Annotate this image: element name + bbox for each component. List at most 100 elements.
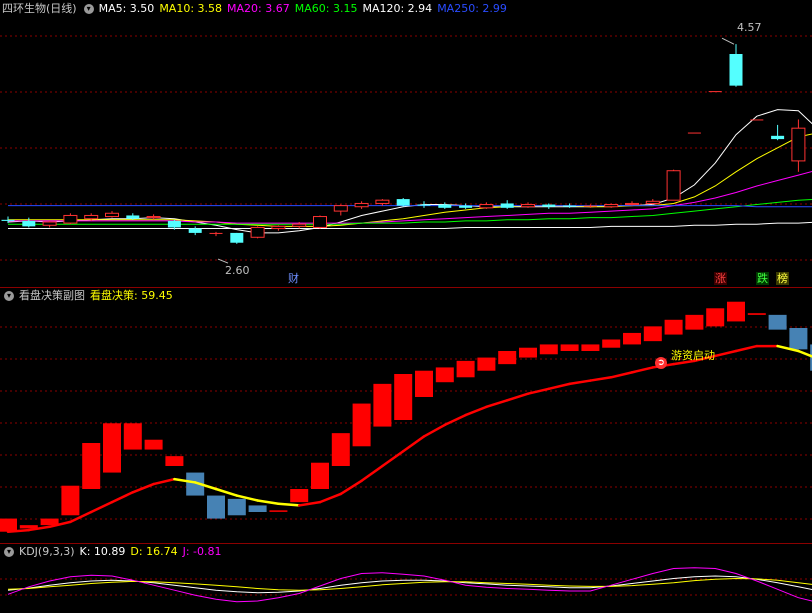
decision-bar <box>227 498 246 516</box>
finance-tag[interactable]: 财 <box>287 272 300 285</box>
candle-body <box>479 204 494 209</box>
low-price-label: 2.60 <box>225 264 250 277</box>
decision-bar <box>103 423 121 473</box>
decision-trend-segment <box>609 371 634 379</box>
decision-bar <box>290 489 309 503</box>
candle-body <box>188 228 202 233</box>
limit-down-tag[interactable]: 跌 <box>756 272 769 285</box>
candle-body <box>500 203 514 208</box>
candle-body <box>271 225 286 230</box>
candle-body <box>625 202 639 206</box>
candle-body <box>563 205 577 207</box>
kdj-line-j <box>7 567 812 603</box>
decision-bar <box>415 370 433 397</box>
start-signal-label: 游资启动 <box>671 349 715 362</box>
candle-body <box>146 216 161 219</box>
decision-bar <box>685 314 704 330</box>
decision-bar <box>435 367 454 383</box>
decision-bar <box>519 347 537 358</box>
candle-body <box>417 204 431 206</box>
decision-bar <box>706 308 725 327</box>
candle-body <box>313 216 327 228</box>
candle-body <box>105 212 119 218</box>
candle-body <box>729 54 743 86</box>
ranking-tag[interactable]: 榜 <box>776 272 789 285</box>
candle-body <box>126 215 140 219</box>
decision-trend-segment <box>630 366 655 374</box>
decision-bar <box>61 485 80 516</box>
candle-body <box>354 202 369 208</box>
decision-bar <box>727 301 745 322</box>
candle-body <box>521 204 535 208</box>
decision-bar <box>498 351 517 365</box>
decision-bar <box>456 360 475 378</box>
kdj-k-label: K: 10.89 <box>79 545 126 558</box>
decision-trend-segment <box>339 479 363 496</box>
kdj-d-label: D: 16.74 <box>130 545 178 558</box>
kdj-title: KDJ(9,3,3) <box>19 545 75 558</box>
candle-body <box>375 199 390 204</box>
decision-bar <box>602 339 621 348</box>
candle-body <box>84 214 99 220</box>
decision-chart-panel[interactable]: ▾ 看盘决策副图 看盘决策: 59.45 ➲ 游资启动 <box>0 287 812 543</box>
chevron-down-icon[interactable]: ▾ <box>4 291 14 301</box>
high-price-pointer <box>721 37 735 45</box>
ma20-label: MA20: 3.67 <box>227 2 290 15</box>
candle-body <box>1 219 15 221</box>
decision-bar <box>0 518 17 532</box>
decision-trend-segment <box>6 528 31 533</box>
decision-bar <box>560 344 579 351</box>
decision-trend-segment <box>360 464 384 483</box>
candlestick-chart <box>0 35 812 264</box>
ma250-label: MA250: 2.99 <box>437 2 507 15</box>
candle-body <box>333 205 348 212</box>
decision-trend-segment <box>568 379 592 386</box>
decision-title: 看盘决策副图 <box>19 289 85 302</box>
decision-trend-segment <box>589 376 613 382</box>
candle-body <box>42 221 57 226</box>
candle-body <box>583 205 597 207</box>
chevron-down-icon[interactable]: ▾ <box>83 4 94 14</box>
candle-body <box>230 232 244 243</box>
decision-bar <box>331 433 350 466</box>
candle-body <box>250 226 265 238</box>
kdj-j-label: J: -0.81 <box>182 545 222 558</box>
candle-body <box>292 223 307 227</box>
decision-trend-segment <box>401 435 426 453</box>
ma10-label: MA10: 3.58 <box>159 2 223 15</box>
high-price-label: 4.57 <box>737 21 762 34</box>
decision-bar <box>664 319 683 335</box>
decision-trend-segment <box>464 405 488 417</box>
ma5-label: MA5: 3.50 <box>98 2 155 15</box>
candle-body <box>438 204 452 208</box>
candle-body <box>687 132 701 134</box>
decision-bar <box>581 344 600 351</box>
main-chart-header: 四环生物(日线) ▾ MA5: 3.50 MA10: 3.58 MA20: 3.67 MA… <box>2 2 512 16</box>
decision-bar <box>165 456 184 466</box>
decision-bar <box>623 332 641 345</box>
candle-body <box>666 170 681 201</box>
candle-body <box>396 199 410 206</box>
decision-trend-segment <box>713 349 738 358</box>
limit-up-tag[interactable]: 涨 <box>714 272 727 285</box>
decision-bar <box>747 313 766 315</box>
main-chart-panel[interactable]: 四环生物(日线) ▾ MA5: 3.50 MA10: 3.58 MA20: 3.67 MA… <box>0 0 812 287</box>
decision-trend-segment <box>547 382 571 391</box>
candle-body <box>750 119 764 121</box>
decision-trend-segment <box>277 502 301 507</box>
decision-bar <box>768 314 787 330</box>
chevron-down-icon[interactable]: ▾ <box>4 547 14 557</box>
decision-trend-segment <box>297 500 322 507</box>
decision-trend-segment <box>422 423 447 438</box>
decision-trend-segment <box>381 449 405 468</box>
decision-trend-segment <box>131 482 155 494</box>
decision-bar <box>207 495 225 519</box>
decision-trend-segment <box>256 499 280 506</box>
ma120-label: MA120: 2.94 <box>362 2 433 15</box>
decision-bar <box>352 403 371 447</box>
decision-bar <box>789 328 808 350</box>
decision-trend-segment <box>505 392 530 402</box>
kdj-chart-panel[interactable]: ▾ KDJ(9,3,3) K: 10.89 D: 16.74 J: -0.81 <box>0 543 812 613</box>
decision-trend-segment <box>734 344 759 353</box>
decision-trend-segment <box>89 500 114 514</box>
